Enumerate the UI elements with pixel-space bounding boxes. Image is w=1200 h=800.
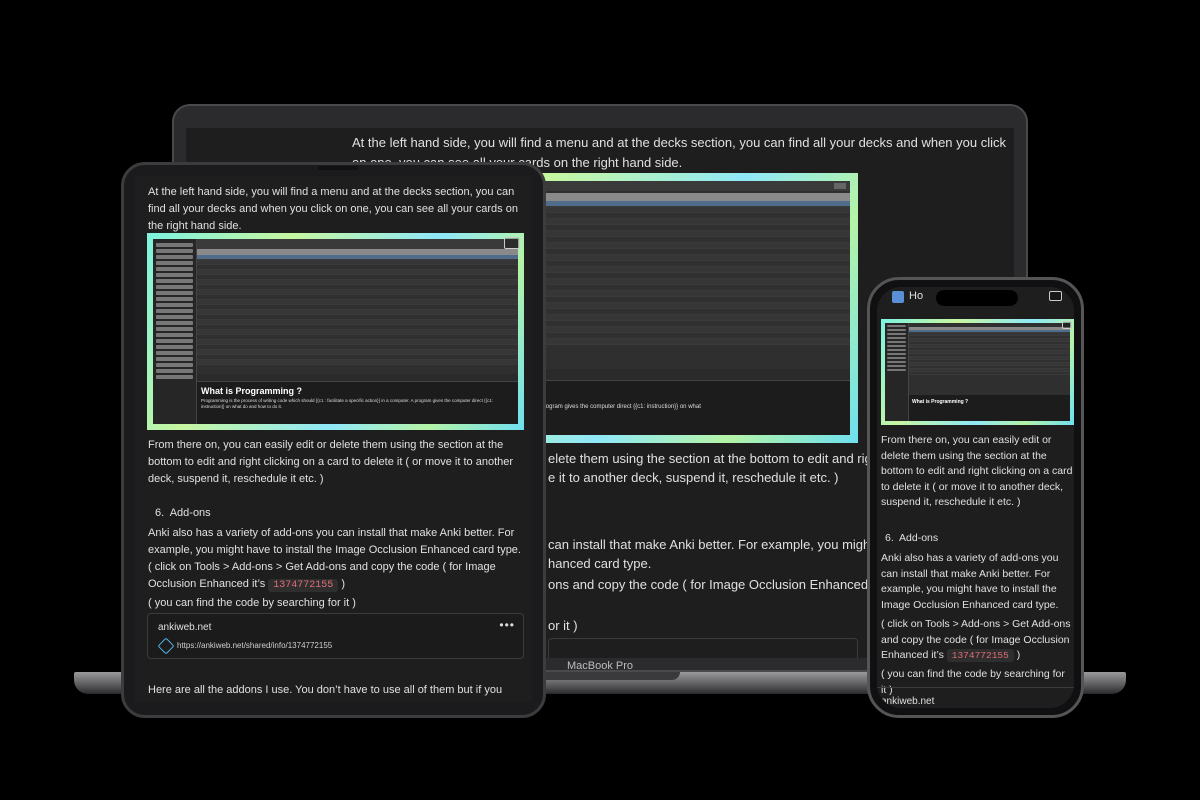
tablet-footer-text: Here are all the addons I use. You don’t… xyxy=(148,684,503,702)
phone-addon-code[interactable]: 1374772155 xyxy=(946,649,1014,662)
tablet-anki-screenshot: What is Programming ? Programming is the… xyxy=(147,233,524,430)
phone-click-text-2: ) xyxy=(1016,649,1021,661)
tablet-click-text-2: ) xyxy=(341,578,346,590)
tablet-section-heading: 6. Add-ons xyxy=(155,505,211,522)
tablet-screen: At the left hand side, you will find a m… xyxy=(135,176,532,702)
app-icon[interactable] xyxy=(892,291,904,303)
tablet-edit-text: From there on, you can easily edit or de… xyxy=(148,439,514,485)
phone-section-title: Add-ons xyxy=(899,532,939,544)
phone-card-title: What is Programming ? xyxy=(912,399,969,405)
phone-section-heading: 6. Add-ons xyxy=(885,531,938,547)
tablet-addon-code[interactable]: 1374772155 xyxy=(268,579,339,592)
tablet-click-text: ( click on Tools > Add-ons > Get Add-ons… xyxy=(148,559,523,594)
phone-link-card[interactable]: ankiweb.net xyxy=(877,687,1074,708)
phone-anki-screenshot: What is Programming ? xyxy=(881,319,1074,425)
phone-addons-text: Anki also has a variety of add-ons you c… xyxy=(881,552,1059,611)
tablet-link-card[interactable]: ankiweb.net ••• https://ankiweb.net/shar… xyxy=(147,613,524,659)
phone-screenshot-comment-icon[interactable] xyxy=(1062,321,1072,329)
tablet-search-hint: ( you can find the code by searching for… xyxy=(148,597,356,609)
phone-section-number: 6. xyxy=(885,532,894,544)
tablet-addons-text: Anki also has a variety of add-ons you c… xyxy=(148,527,521,556)
phone-dynamic-island xyxy=(936,290,1018,306)
ankiweb-favicon-icon xyxy=(157,637,175,655)
laptop-link-card[interactable] xyxy=(548,638,858,658)
tablet-intro-text: At the left hand side, you will find a m… xyxy=(148,186,518,232)
phone-screen: Ho What is Programming ? From there on, … xyxy=(877,287,1074,708)
phone-edit-text: From there on, you can easily edit or de… xyxy=(881,434,1073,508)
phone-comment-icon[interactable] xyxy=(1049,291,1062,301)
tablet-card-text: Programming is the process of writing co… xyxy=(201,398,494,409)
tablet-section-number: 6. xyxy=(155,507,165,519)
laptop-label: MacBook Pro xyxy=(566,660,634,672)
tablet-link-url-row[interactable]: https://ankiweb.net/shared/info/13747721… xyxy=(157,637,332,655)
tablet-card-title: What is Programming ? xyxy=(201,386,303,396)
phone-click-text: ( click on Tools > Add-ons > Get Add-ons… xyxy=(881,617,1073,664)
tablet-link-url[interactable]: https://ankiweb.net/shared/info/13747721… xyxy=(177,641,332,650)
phone-page-title: Ho xyxy=(909,290,924,302)
phone-link-domain: ankiweb.net xyxy=(881,696,935,707)
tablet-camera xyxy=(318,166,358,170)
tablet-link-domain: ankiweb.net xyxy=(158,622,212,633)
comment-icon[interactable] xyxy=(504,237,520,249)
more-icon[interactable]: ••• xyxy=(499,618,515,632)
tablet-section-title: Add-ons xyxy=(169,507,211,519)
